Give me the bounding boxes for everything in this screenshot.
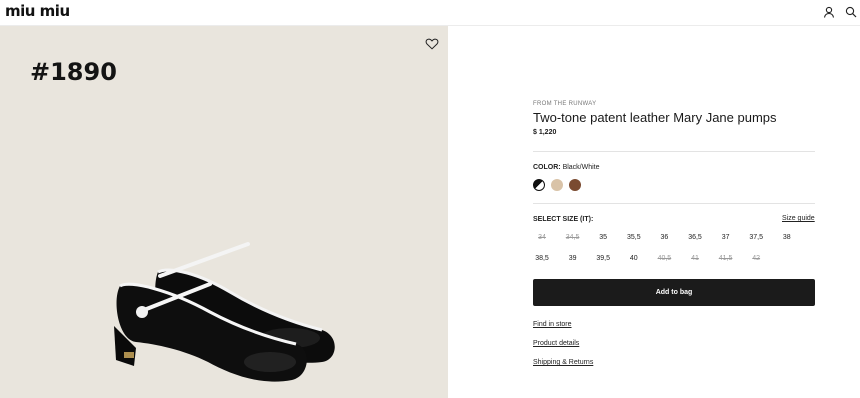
size-label: SELECT SIZE (IT): (533, 216, 594, 223)
swatch-brown[interactable] (569, 179, 581, 191)
lot-number: #1890 (30, 58, 117, 86)
size-option[interactable]: 38,5 (529, 255, 555, 262)
swatch-beige[interactable] (551, 179, 563, 191)
size-option[interactable]: 37,5 (743, 234, 769, 241)
product-image-panel: #1890 (0, 26, 448, 398)
add-to-bag-button[interactable]: Add to bag (533, 279, 815, 306)
shipping-returns-link[interactable]: Shipping & Returns (533, 359, 593, 366)
search-icon[interactable] (844, 5, 858, 19)
product-title: Two-tone patent leather Mary Jane pumps (533, 110, 777, 125)
size-option[interactable]: 40,5 (651, 255, 677, 262)
user-account-icon[interactable] (823, 5, 837, 19)
find-in-store-link[interactable]: Find in store (533, 321, 572, 328)
size-option[interactable]: 40 (621, 255, 647, 262)
size-option[interactable]: 41,5 (713, 255, 739, 262)
product-details-link[interactable]: Product details (533, 340, 579, 347)
size-option[interactable]: 35 (590, 234, 616, 241)
wishlist-heart-icon[interactable] (425, 37, 439, 50)
size-option[interactable]: 42 (743, 255, 769, 262)
swatch-black-white[interactable] (533, 179, 545, 191)
size-option[interactable]: 41 (682, 255, 708, 262)
divider (533, 151, 815, 152)
shoes-product-image (114, 242, 335, 382)
size-option[interactable]: 36,5 (682, 234, 708, 241)
brand-logo[interactable]: miu miu (5, 2, 70, 20)
size-guide-link[interactable]: Size guide (782, 215, 815, 222)
color-label-key: COLOR: (533, 164, 561, 171)
divider (533, 203, 815, 204)
size-option[interactable]: 34,5 (560, 234, 586, 241)
size-option[interactable]: 39,5 (590, 255, 616, 262)
size-option[interactable]: 34 (529, 234, 555, 241)
size-option[interactable]: 39 (560, 255, 586, 262)
size-option[interactable]: 38 (774, 234, 800, 241)
product-price: $ 1,220 (533, 129, 557, 136)
size-option[interactable]: 37 (713, 234, 739, 241)
color-label-value: Black/White (562, 164, 600, 171)
runway-eyebrow: FROM THE RUNWAY (533, 101, 597, 107)
size-option[interactable]: 36 (651, 234, 677, 241)
size-option[interactable]: 35,5 (621, 234, 647, 241)
top-header: miu miu (0, 0, 860, 26)
color-label: COLOR: Black/White (533, 164, 600, 171)
